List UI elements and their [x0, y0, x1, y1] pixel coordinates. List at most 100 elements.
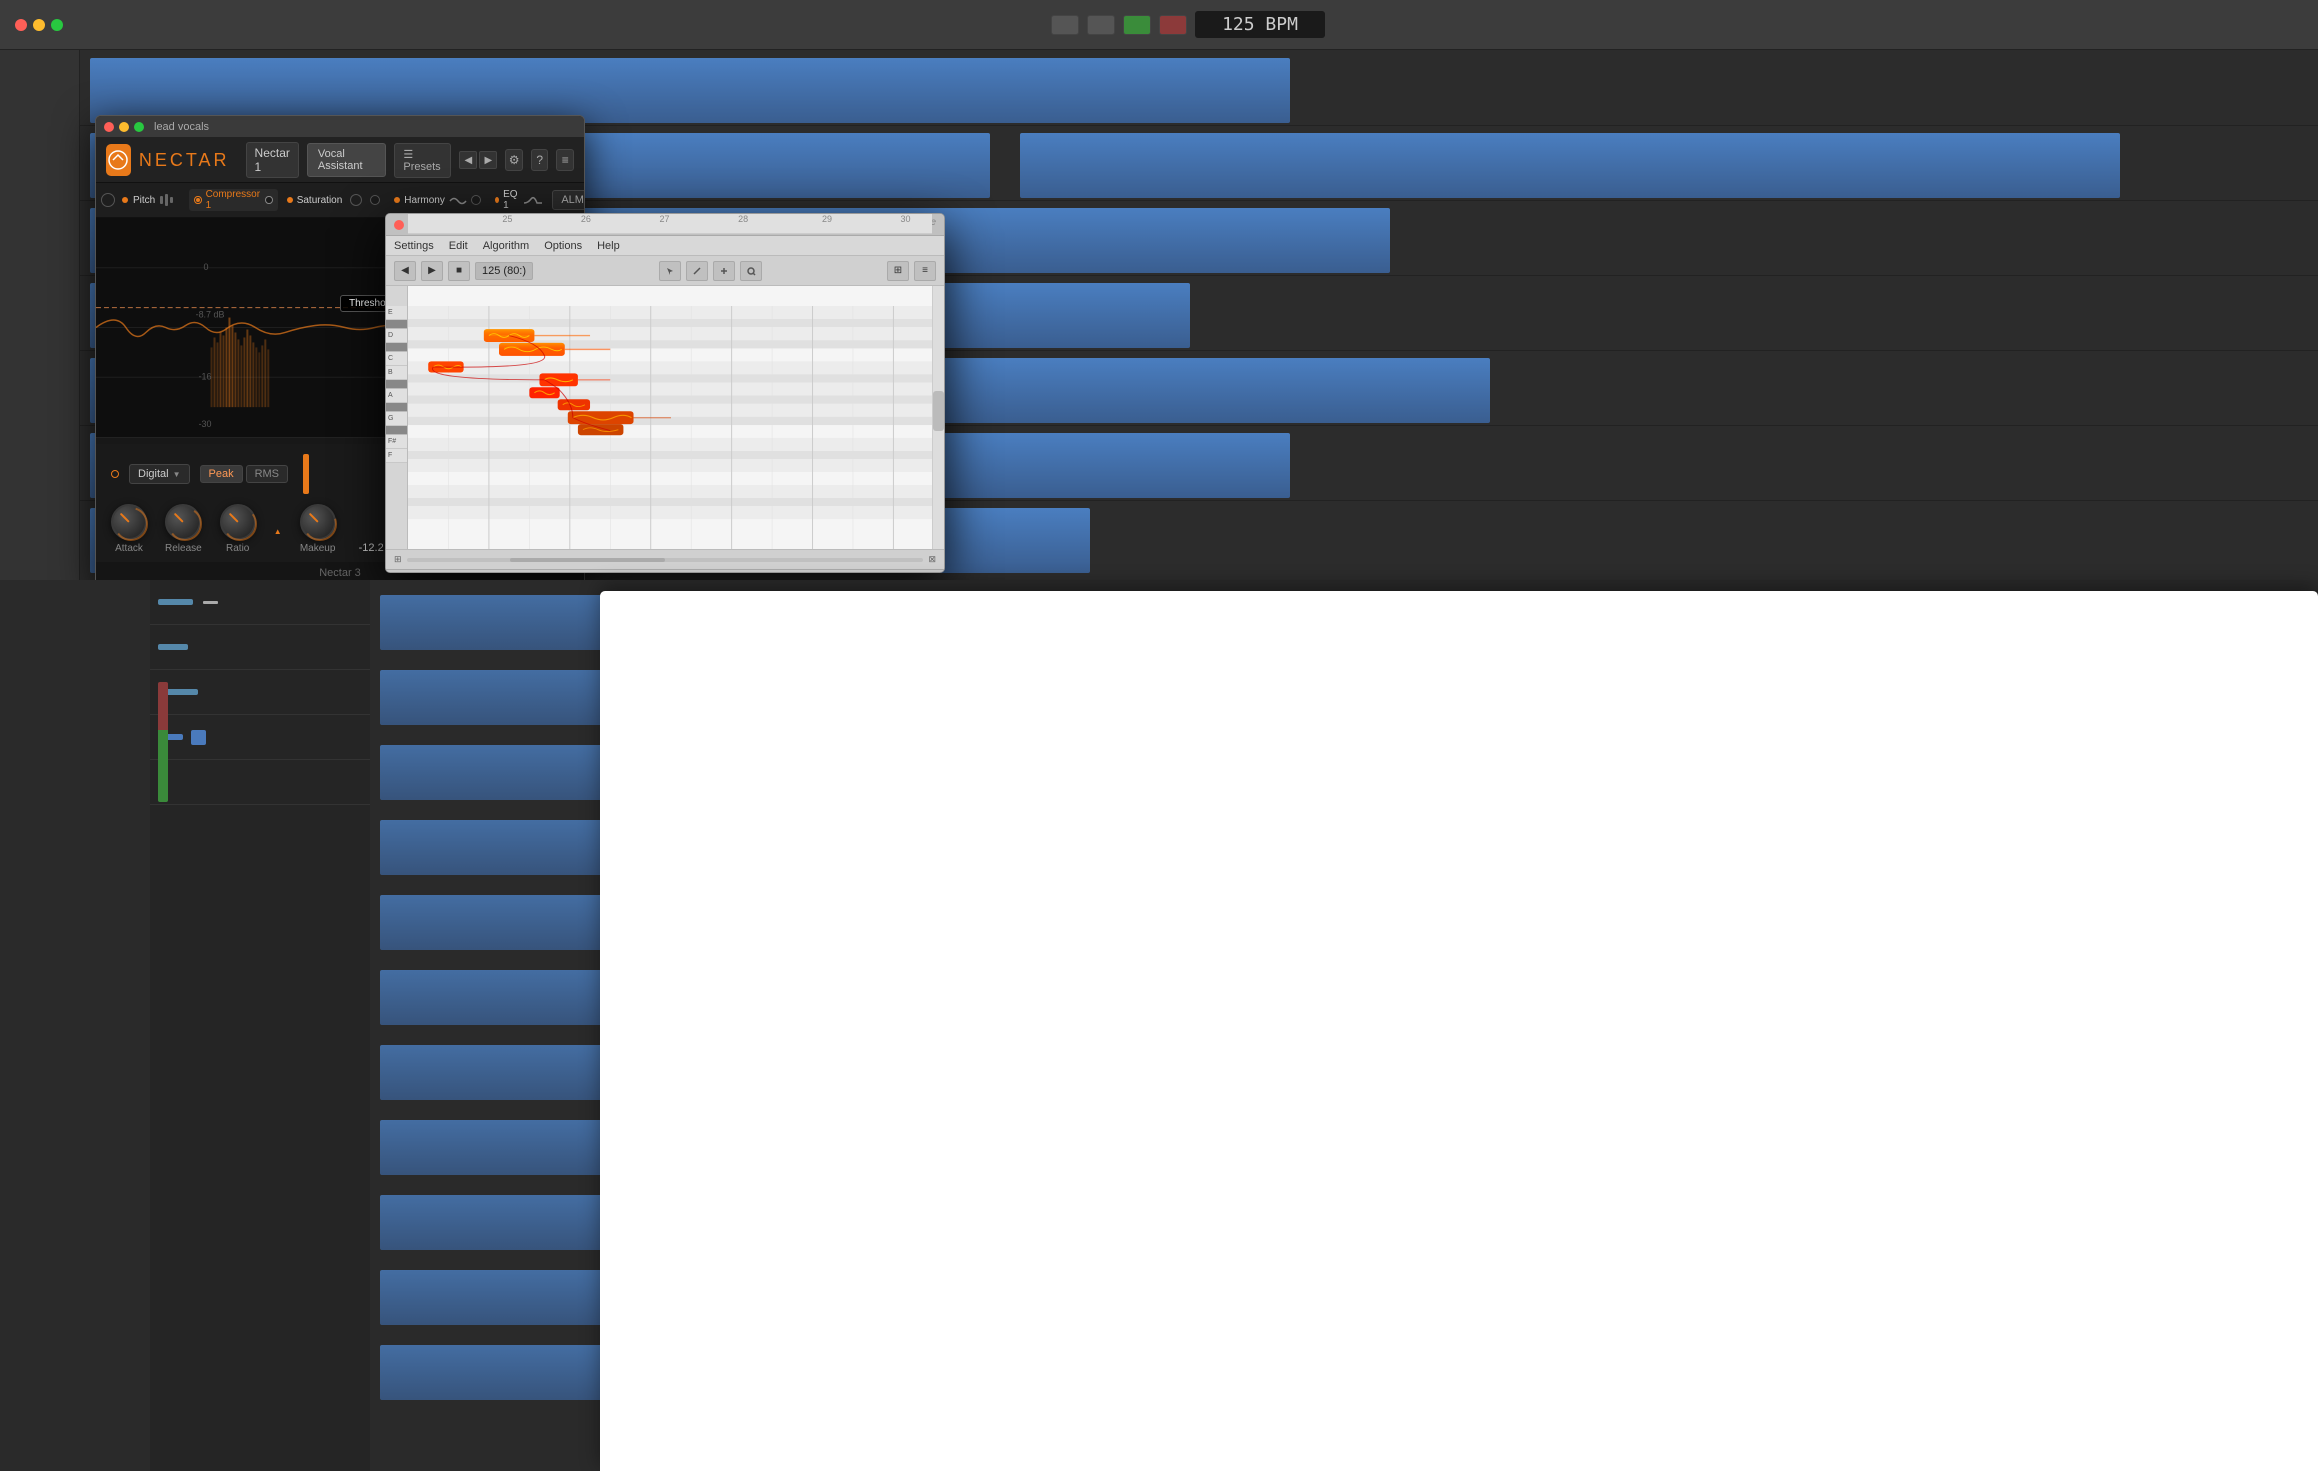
menu-options[interactable]: Options [544, 240, 582, 252]
note-blob-2 [499, 343, 565, 356]
piano-key-Bb[interactable] [386, 380, 407, 389]
scroll-thumb[interactable] [510, 558, 665, 562]
mixer-panel [150, 580, 370, 1471]
toolbar-play[interactable]: ▶ [421, 261, 443, 281]
vertical-fader[interactable] [158, 682, 168, 802]
module-compressor[interactable]: Compressor 1 [189, 189, 277, 211]
tool-pitch[interactable] [686, 261, 708, 281]
mode-selector[interactable]: Digital ▼ [129, 464, 190, 484]
piano-key-D[interactable]: D [386, 329, 407, 343]
bypass-button[interactable] [101, 183, 115, 217]
makeup-knob[interactable] [300, 504, 336, 540]
bottom-scroll[interactable] [407, 558, 924, 562]
menu-help[interactable]: Help [597, 240, 620, 252]
channel-knob-1[interactable] [203, 601, 218, 604]
track-segment[interactable] [1020, 133, 2120, 198]
stop-button[interactable] [1087, 15, 1115, 35]
piano-key-Ab[interactable] [386, 403, 407, 412]
melodyne-close[interactable] [394, 220, 404, 230]
bottom-tool-2[interactable]: ⊠ [928, 554, 936, 565]
tool-select[interactable] [659, 261, 681, 281]
channel-button-4[interactable] [191, 730, 206, 745]
tool-quantize[interactable]: ≡ [914, 261, 936, 281]
svg-text:-30: -30 [199, 419, 212, 429]
toolbar-back[interactable]: ◀ [394, 261, 416, 281]
pitch-label: Pitch [133, 195, 155, 206]
module-saturation[interactable]: Saturation [282, 194, 386, 206]
channel-fader-1[interactable] [158, 599, 193, 605]
measure-29: 29 [822, 214, 832, 224]
play-button[interactable] [1123, 15, 1151, 35]
scrollbar-thumb[interactable] [933, 391, 944, 430]
toolbar-stop[interactable]: ■ [448, 261, 470, 281]
module-harmony[interactable]: Harmony [389, 194, 486, 206]
note-blob-6 [558, 399, 590, 410]
module-pitch[interactable]: Pitch [117, 194, 185, 206]
presets-button[interactable]: ☰ Presets [394, 143, 451, 178]
mixer-channel-1 [150, 580, 370, 625]
piano-key-F[interactable]: F [386, 449, 407, 463]
gain-reduction-indicator [303, 454, 309, 494]
record-button[interactable] [1159, 15, 1187, 35]
release-label: Release [165, 543, 202, 554]
measure-ruler: 25 26 27 28 29 30 [408, 214, 932, 234]
module-eq1[interactable]: EQ 1 [490, 189, 548, 211]
measure-30: 30 [901, 214, 911, 224]
menu-algorithm[interactable]: Algorithm [483, 240, 529, 252]
melodyne-plugin-window: lead vocals: Untitled melodyne Settings … [385, 213, 945, 573]
mac-toolbar: 125 BPM [0, 0, 2318, 50]
piano-key-A[interactable]: A [386, 389, 407, 403]
piano-key-F[interactable]: F# [386, 435, 407, 449]
nectar-brand-label: NECTAR [139, 150, 230, 171]
piano-key-Eb[interactable] [386, 320, 407, 329]
menu-settings[interactable]: Settings [394, 240, 434, 252]
release-knob[interactable] [165, 504, 201, 540]
piano-key-Db[interactable] [386, 343, 407, 352]
attack-knob[interactable] [111, 504, 147, 540]
ratio-knob[interactable] [220, 504, 256, 540]
settings-button[interactable]: ⚙ [505, 149, 523, 171]
tool-time[interactable] [713, 261, 735, 281]
saturation-label: Saturation [297, 195, 343, 206]
vocal-assistant-button[interactable]: Vocal Assistant [307, 143, 386, 177]
track-segment[interactable] [90, 58, 1290, 123]
piano-key-B[interactable]: B [386, 366, 407, 380]
tool-snap[interactable]: ⊞ [887, 261, 909, 281]
makeup-label: Makeup [300, 543, 336, 554]
preset-name[interactable]: Nectar 1 [246, 142, 299, 178]
next-preset-button[interactable]: ▶ [479, 151, 497, 169]
release-knob-group: Release [165, 504, 202, 554]
tool-zoom[interactable] [740, 261, 762, 281]
piano-key-C[interactable]: C [386, 352, 407, 366]
piano-key-Gb[interactable] [386, 426, 407, 435]
compressor-label: Compressor 1 [206, 189, 262, 211]
measure-28: 28 [738, 214, 748, 224]
grid-svg [408, 306, 944, 549]
melodyne-footer: Melodyne [386, 569, 944, 573]
alm-button[interactable]: ALM [552, 190, 585, 210]
nectar-minimize[interactable] [119, 122, 129, 132]
peak-button[interactable]: Peak [200, 465, 243, 483]
note-blob-8 [578, 424, 624, 435]
channel-fader-2[interactable] [158, 644, 188, 650]
piano-key-E[interactable]: E [386, 306, 407, 320]
melodyne-menubar: Settings Edit Algorithm Options Help [386, 236, 944, 256]
maximize-button[interactable] [51, 19, 63, 31]
help-button[interactable]: ? [531, 149, 549, 171]
nectar-maximize[interactable] [134, 122, 144, 132]
rms-button[interactable]: RMS [246, 465, 288, 483]
menu-edit[interactable]: Edit [449, 240, 468, 252]
melodyne-scrollbar[interactable] [932, 286, 944, 549]
minimize-button[interactable] [33, 19, 45, 31]
note-blob-5 [529, 387, 559, 398]
melodyne-grid[interactable] [408, 286, 944, 549]
close-button[interactable] [15, 19, 27, 31]
rewind-button[interactable] [1051, 15, 1079, 35]
piano-key-G[interactable]: G [386, 412, 407, 426]
bottom-tool-1[interactable]: ⊞ [394, 554, 402, 565]
tempo-display: 125 BPM [1195, 11, 1325, 38]
measure-26: 26 [581, 214, 591, 224]
prev-preset-button[interactable]: ◀ [459, 151, 477, 169]
nectar-close[interactable] [104, 122, 114, 132]
extra-button[interactable]: ≡ [556, 149, 574, 171]
